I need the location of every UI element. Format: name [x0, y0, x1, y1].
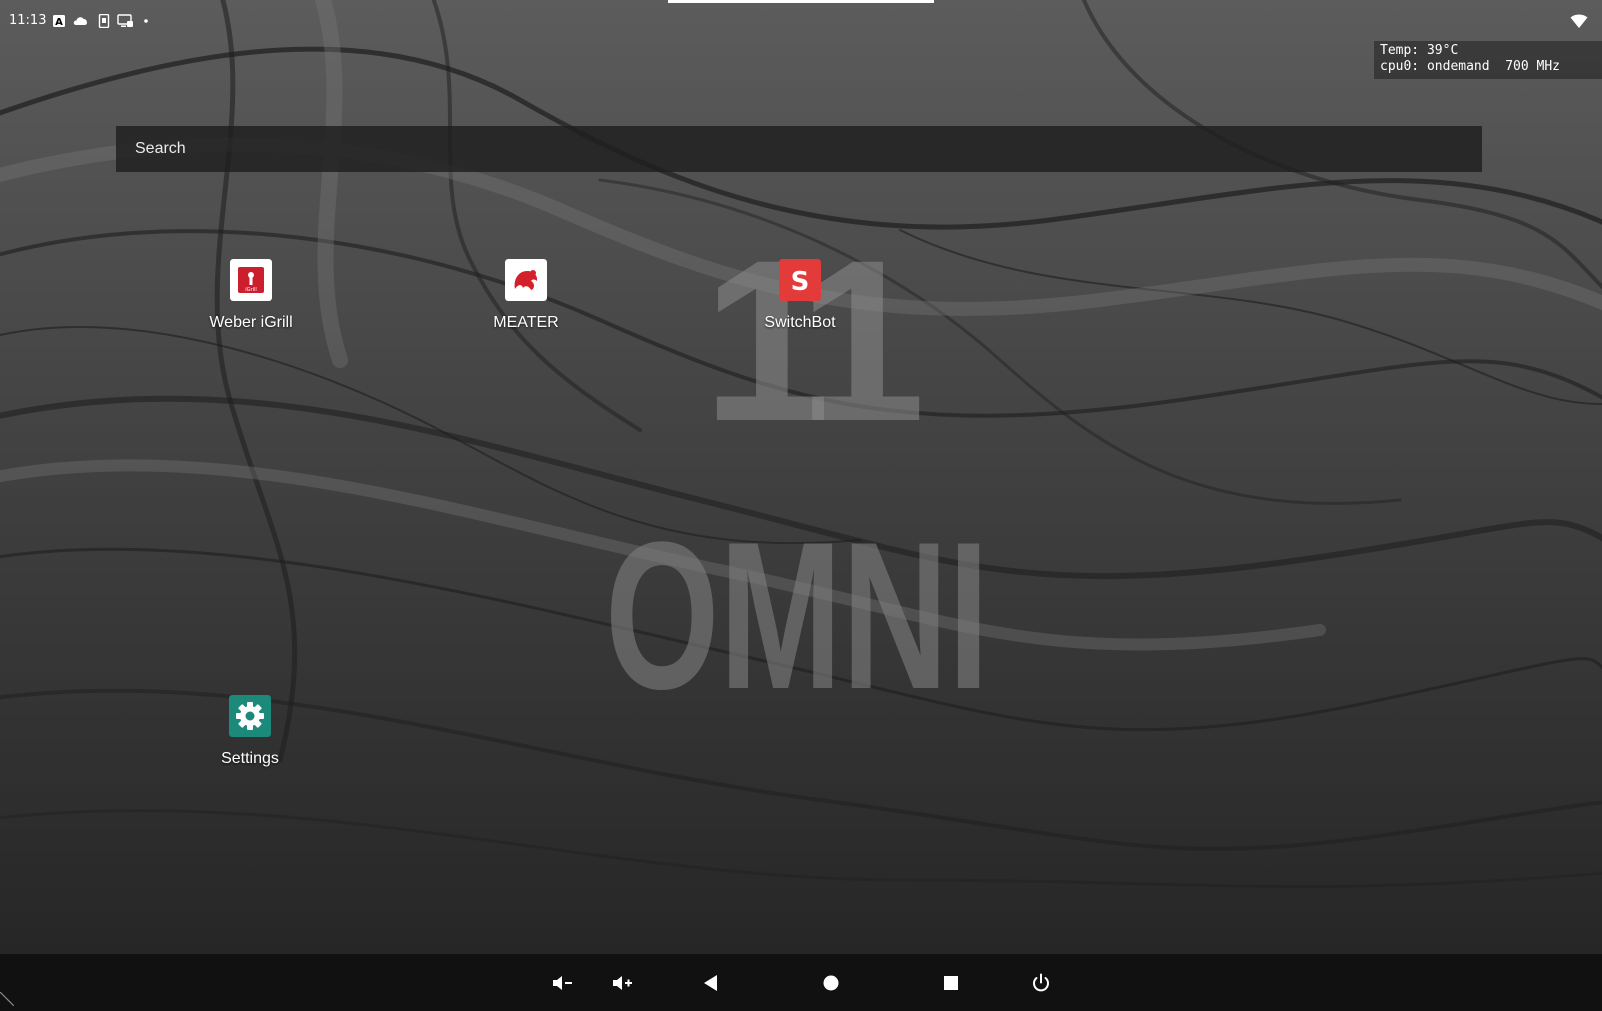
- status-bar: 11:13 A: [0, 0, 1602, 42]
- home-screen: 11 OMNI 11:13 A Temp: 39°C cpu0: ondeman…: [0, 0, 1602, 1011]
- cast-icon: [117, 14, 133, 27]
- cpu-info-overlay: Temp: 39°C cpu0: ondemand 700 MHz: [1374, 41, 1602, 79]
- power-icon[interactable]: [1029, 971, 1053, 995]
- volume-down-icon[interactable]: [550, 971, 574, 995]
- svg-text:iGrill: iGrill: [245, 287, 257, 293]
- app-label: SwitchBot: [764, 314, 836, 331]
- app-label: MEATER: [493, 314, 559, 331]
- switchbot-icon: S: [779, 259, 821, 301]
- cpu-temp: Temp: 39°C: [1380, 43, 1459, 58]
- app-label: Weber iGrill: [209, 314, 293, 331]
- home-icon[interactable]: [819, 971, 843, 995]
- corner-resize-handle: [0, 992, 14, 1006]
- cloud-icon: [73, 17, 87, 25]
- wifi-icon: [1570, 14, 1588, 28]
- app-weber-igrill[interactable]: iGrill Weber iGrill: [176, 259, 326, 332]
- settings-gear-icon: [229, 695, 271, 737]
- app-meater[interactable]: MEATER: [451, 259, 601, 332]
- back-icon[interactable]: [699, 971, 723, 995]
- app-settings[interactable]: Settings: [175, 695, 325, 768]
- app-label: Settings: [221, 750, 279, 767]
- weber-igrill-icon: iGrill: [230, 259, 272, 301]
- status-time: 11:13: [9, 13, 47, 28]
- meater-icon: [505, 259, 547, 301]
- app-switchbot[interactable]: S SwitchBot: [725, 259, 875, 332]
- cpu-governor: cpu0: ondemand 700 MHz: [1380, 59, 1561, 74]
- svg-text:A: A: [55, 17, 63, 28]
- search-input[interactable]: [116, 126, 1482, 172]
- sim-card-icon: [98, 14, 110, 28]
- dot-icon: [144, 19, 148, 23]
- navigation-bar: [0, 954, 1602, 1011]
- wallpaper-number: 11: [702, 212, 919, 469]
- svg-text:S: S: [791, 267, 810, 297]
- text-a-icon: A: [53, 15, 65, 28]
- wallpaper-brand: OMNI: [605, 498, 989, 733]
- recents-icon[interactable]: [939, 971, 963, 995]
- volume-up-icon[interactable]: [610, 971, 634, 995]
- status-progress-strip: [668, 0, 934, 3]
